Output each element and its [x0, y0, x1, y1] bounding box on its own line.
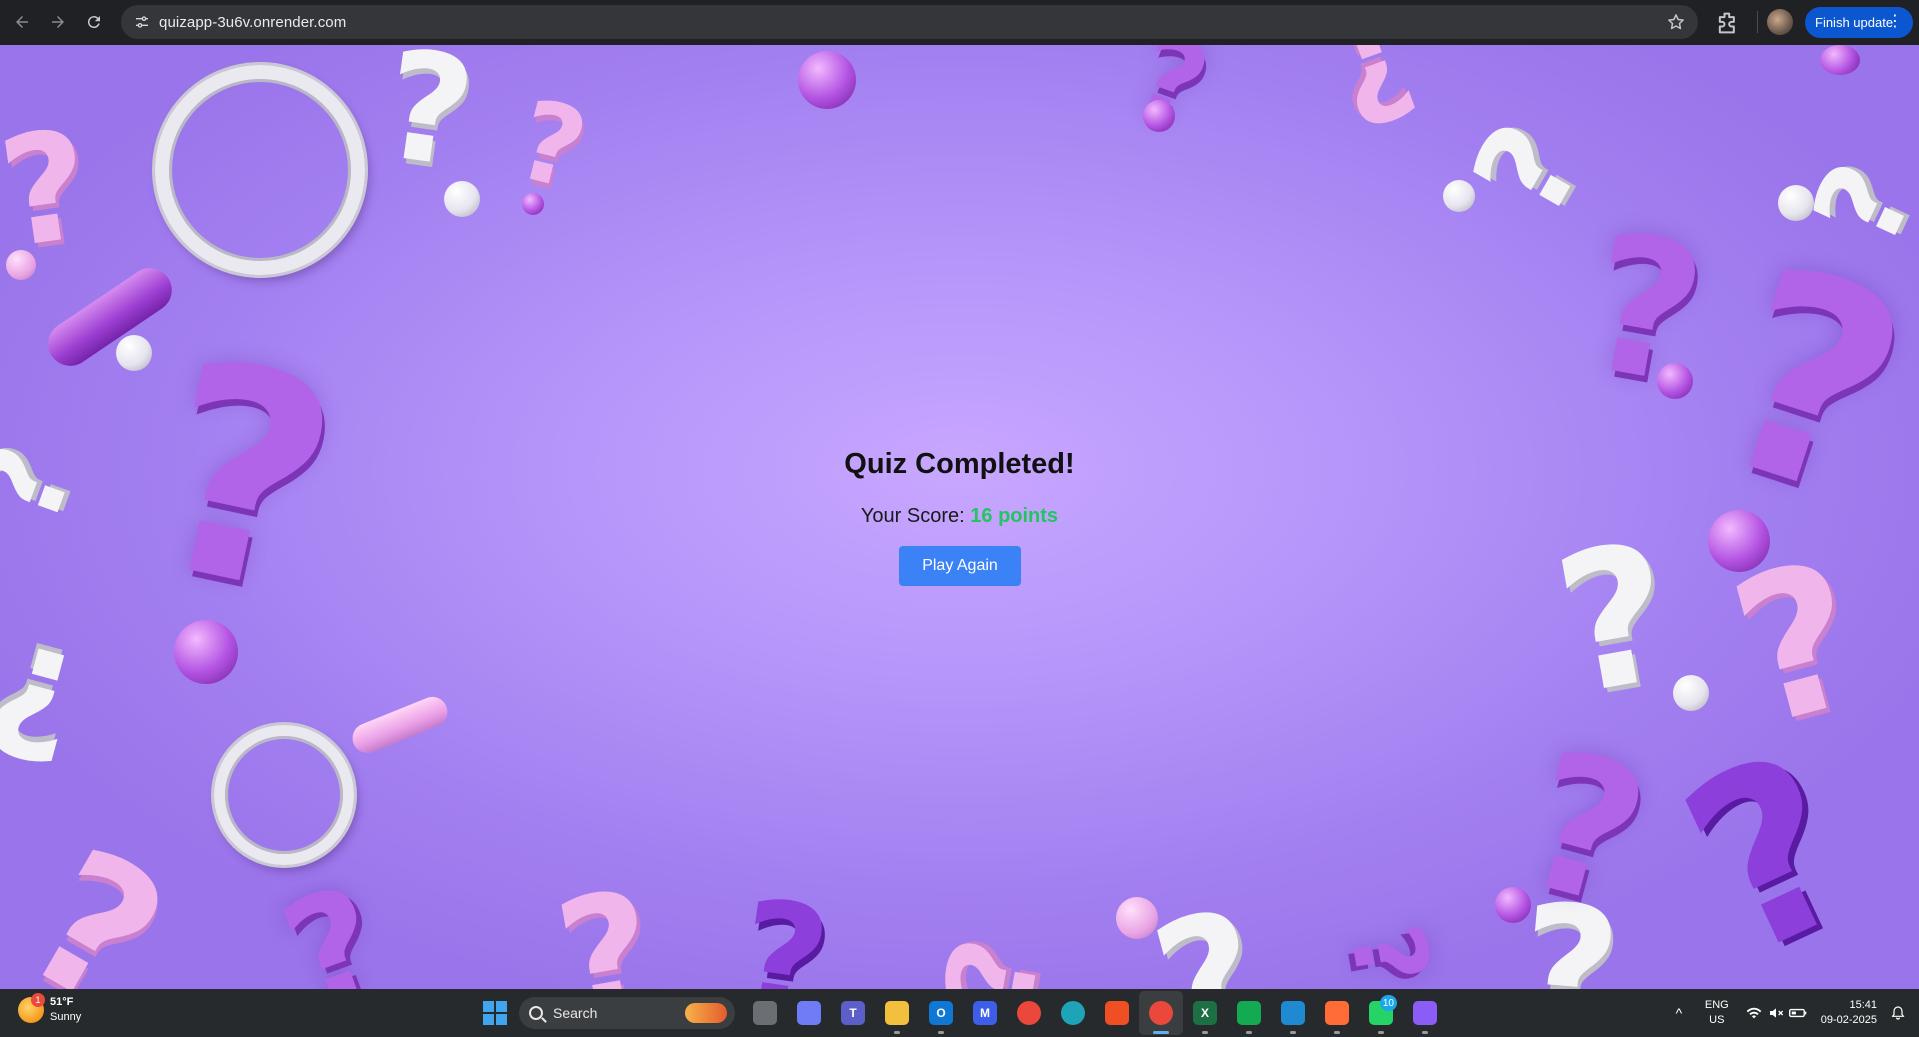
- battery-icon[interactable]: [1787, 1002, 1809, 1024]
- tune-icon: [136, 16, 148, 28]
- finish-update-label: Finish update: [1815, 15, 1894, 30]
- chrome-active-icon: [1149, 1001, 1173, 1025]
- taskbar-app-file-explorer[interactable]: [875, 991, 919, 1035]
- search-placeholder: Search: [553, 1005, 598, 1021]
- puzzle-icon[interactable]: [1714, 9, 1742, 37]
- reload-icon: [87, 16, 100, 29]
- taskbar-app-outlook[interactable]: O: [919, 991, 963, 1035]
- taskbar-app-brave[interactable]: [1095, 991, 1139, 1035]
- score-line: Your Score: 16 points: [0, 505, 1919, 528]
- taskbar-app-task-view[interactable]: [743, 991, 787, 1035]
- vscode-icon: [1281, 1001, 1305, 1025]
- menu-dots-icon: ⋮: [1887, 13, 1903, 30]
- weather-condition: Sunny: [50, 1011, 82, 1023]
- system-tray: ^ ENG US 15:41 09-02-2025: [1669, 989, 1909, 1037]
- taskbar-app-github-desktop[interactable]: [1403, 991, 1447, 1035]
- speaker-muted-icon[interactable]: [1765, 1002, 1787, 1024]
- page-viewport: ? ? ? ? ? ? ? ? ? ? ? ? ? ? ? ? ? ? ? ? …: [0, 45, 1919, 989]
- search-highlight-icon: [685, 1003, 727, 1023]
- running-indicator: [1334, 1031, 1340, 1034]
- running-indicator: [1246, 1031, 1252, 1034]
- running-indicator: [938, 1031, 944, 1034]
- arrow-right-icon: [52, 16, 64, 28]
- taskbar-app-postman[interactable]: [1315, 991, 1359, 1035]
- finish-update-button[interactable]: Finish update ⋮: [1805, 7, 1913, 38]
- wifi-icon[interactable]: [1743, 1002, 1765, 1024]
- lang-region: US: [1709, 1014, 1725, 1026]
- language-indicator[interactable]: ENG US: [1705, 998, 1729, 1028]
- browser-toolbar: quizapp-3u6v.onrender.com Finish update …: [0, 0, 1919, 45]
- weather-badge: 1: [31, 993, 45, 1007]
- taskbar-app-chrome[interactable]: [1007, 991, 1051, 1035]
- whatsapp-badge: 10: [1379, 995, 1397, 1011]
- taskbar-app-copilot[interactable]: [787, 991, 831, 1035]
- postman-icon: [1325, 1001, 1349, 1025]
- mongodb-compass-icon: [1237, 1001, 1261, 1025]
- edge-icon: [1061, 1001, 1085, 1025]
- taskbar-app-chrome-active[interactable]: [1139, 991, 1183, 1035]
- quiz-result-panel: Quiz Completed! Your Score: 16 points Pl…: [0, 45, 1919, 989]
- chevron-up-icon[interactable]: ^: [1669, 1005, 1689, 1021]
- running-indicator: [1422, 1031, 1428, 1034]
- url-text[interactable]: quizapp-3u6v.onrender.com: [159, 14, 346, 31]
- file-explorer-icon: [885, 1001, 909, 1025]
- reload-button[interactable]: [76, 4, 112, 40]
- notification-bell-icon[interactable]: [1887, 1002, 1909, 1024]
- task-view-icon: [753, 1001, 777, 1025]
- github-desktop-icon: [1413, 1001, 1437, 1025]
- ms-app-icon: M: [973, 1001, 997, 1025]
- taskbar-app-mongodb-compass[interactable]: [1227, 991, 1271, 1035]
- taskbar-apps: Search T O M X 10: [483, 991, 1447, 1035]
- forward-button[interactable]: [40, 4, 76, 40]
- profile-avatar[interactable]: [1767, 9, 1793, 35]
- site-info-button[interactable]: [125, 5, 159, 39]
- play-again-button[interactable]: Play Again: [899, 546, 1021, 586]
- sun-icon: 1: [18, 993, 45, 1023]
- search-icon: [529, 1006, 543, 1020]
- clock-date: 09-02-2025: [1820, 1014, 1877, 1026]
- back-button[interactable]: [4, 4, 40, 40]
- arrow-left-icon: [16, 16, 28, 28]
- brave-icon: [1105, 1001, 1129, 1025]
- toolbar-divider: [1757, 11, 1758, 33]
- copilot-icon: [797, 1001, 821, 1025]
- taskbar-app-ms-app[interactable]: M: [963, 991, 1007, 1035]
- running-indicator: [1290, 1031, 1296, 1034]
- chrome-icon: [1017, 1001, 1041, 1025]
- running-indicator: [894, 1031, 900, 1034]
- weather-temp: 51°F: [50, 996, 74, 1008]
- taskbar-app-excel[interactable]: X: [1183, 991, 1227, 1035]
- taskbar-app-vscode[interactable]: [1271, 991, 1315, 1035]
- running-indicator: [1202, 1031, 1208, 1034]
- excel-icon: X: [1193, 1001, 1217, 1025]
- address-bar[interactable]: quizapp-3u6v.onrender.com: [121, 5, 1698, 39]
- taskbar-app-teams[interactable]: T: [831, 991, 875, 1035]
- teams-icon: T: [841, 1001, 865, 1025]
- result-title: Quiz Completed!: [844, 448, 1075, 480]
- weather-widget[interactable]: 1 51°F Sunny: [18, 993, 82, 1025]
- score-value: 16 points: [970, 505, 1059, 527]
- windows-start-icon[interactable]: [483, 1001, 507, 1025]
- outlook-icon: O: [929, 1001, 953, 1025]
- clock-time: 15:41: [1849, 999, 1877, 1011]
- lang-code: ENG: [1704, 999, 1729, 1011]
- taskbar-app-edge[interactable]: [1051, 991, 1095, 1035]
- clock[interactable]: 15:41 09-02-2025: [1821, 998, 1877, 1028]
- taskbar-search[interactable]: Search: [519, 997, 735, 1029]
- running-indicator: [1378, 1031, 1384, 1034]
- score-label: Your Score:: [860, 505, 965, 527]
- star-icon[interactable]: [1666, 12, 1686, 32]
- taskbar-app-whatsapp[interactable]: 10: [1359, 991, 1403, 1035]
- windows-taskbar: 1 51°F Sunny Search T OM X 10 ^ ENG US: [0, 989, 1919, 1037]
- running-indicator: [1153, 1031, 1169, 1034]
